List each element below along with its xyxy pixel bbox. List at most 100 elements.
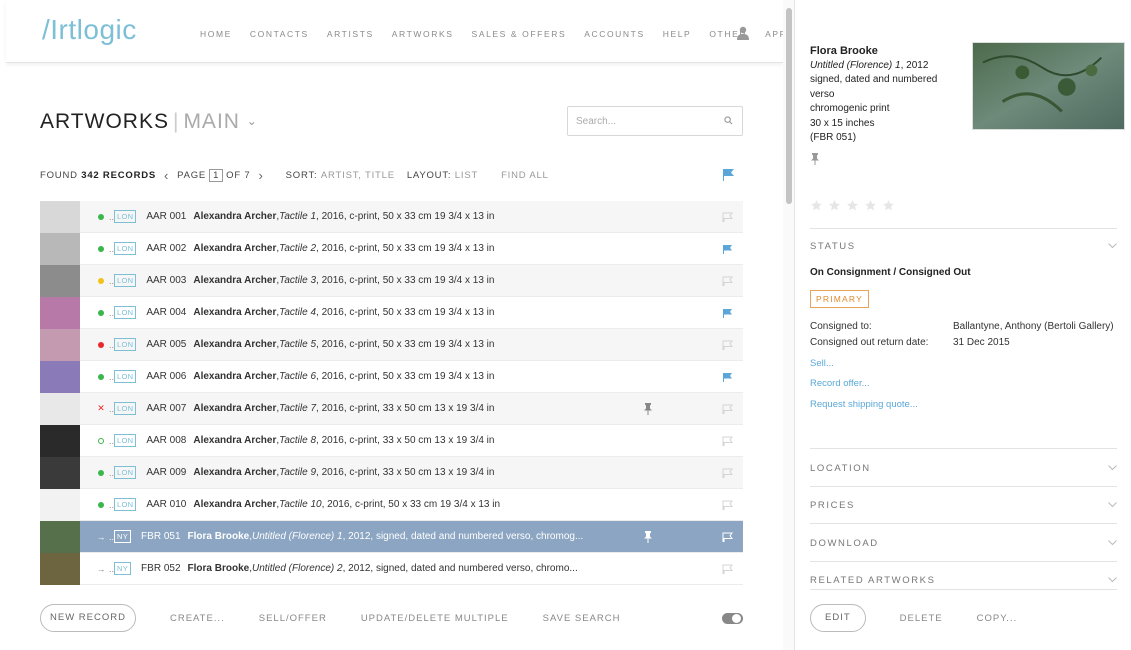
nav-help[interactable]: HELP: [663, 29, 692, 39]
table-row[interactable]: .. LON AAR 008 Alexandra Archer, Tactile 8,…: [40, 424, 743, 457]
artwork-thumbnail[interactable]: [40, 264, 80, 297]
artwork-thumbnail[interactable]: [40, 360, 80, 393]
search-icon[interactable]: [724, 116, 733, 125]
page-title: ARTWORKS | MAIN ⌄: [40, 110, 258, 134]
return-date-value: 31 Dec 2015: [953, 337, 1010, 348]
artwork-thumbnail[interactable]: [40, 232, 80, 265]
table-row[interactable]: .. LON AAR 002 Alexandra Archer, Tactile 2,…: [40, 232, 743, 265]
artist-name: Alexandra Archer: [193, 307, 277, 318]
table-row[interactable]: .. LON AAR 006 Alexandra Archer, Tactile 6,…: [40, 360, 743, 393]
star-icon[interactable]: [846, 199, 859, 212]
artwork-thumbnail[interactable]: [40, 520, 80, 553]
flag-icon[interactable]: [722, 436, 733, 446]
star-icon[interactable]: [864, 199, 877, 212]
table-row[interactable]: .. LON AAR 009 Alexandra Archer, Tactile 9,…: [40, 456, 743, 489]
location-badge: LON: [114, 498, 137, 511]
location-badge: LON: [114, 210, 137, 223]
status-dot-icon: [94, 340, 108, 350]
flag-icon[interactable]: [722, 308, 733, 318]
artist-name: Flora Brooke: [187, 531, 250, 542]
artwork-details: , 2016, c-print, 33 x 50 cm 13 x 19 3/4 …: [316, 435, 495, 446]
pin-icon[interactable]: [643, 531, 653, 543]
edit-button[interactable]: EDIT: [810, 604, 866, 632]
prev-page-icon[interactable]: ‹: [164, 169, 169, 182]
status-section-header[interactable]: STATUS: [810, 228, 1117, 266]
view-toggle-switch[interactable]: [722, 613, 743, 624]
flag-icon[interactable]: [722, 276, 733, 286]
next-page-icon[interactable]: ›: [259, 169, 264, 182]
sell-offer-button[interactable]: SELL/OFFER: [259, 613, 327, 624]
artwork-details: , 2016, c-print, 50 x 33 cm 19 3/4 x 13 …: [316, 339, 495, 350]
artist-name: Alexandra Archer: [193, 467, 277, 478]
artwork-thumbnail[interactable]: [40, 392, 80, 425]
table-row[interactable]: .. LON AAR 004 Alexandra Archer, Tactile 4,…: [40, 296, 743, 329]
save-search-button[interactable]: SAVE SEARCH: [543, 613, 621, 624]
artwork-thumbnail[interactable]: [40, 488, 80, 521]
scrollbar-thumb[interactable]: [786, 8, 792, 204]
request-shipping-link[interactable]: Request shipping quote...: [810, 399, 918, 410]
detail-year: , 2012: [900, 59, 929, 71]
user-icon[interactable]: [737, 26, 749, 40]
nav-sales-offers[interactable]: SALES & OFFERS: [472, 29, 567, 39]
flag-icon[interactable]: [722, 532, 733, 542]
flag-icon[interactable]: [722, 244, 733, 254]
record-offer-link[interactable]: Record offer...: [810, 378, 870, 389]
artwork-details: , 2016, c-print, 50 x 33 cm 19 3/4 x 13 …: [316, 243, 495, 254]
pin-icon[interactable]: [810, 153, 820, 165]
star-icon[interactable]: [810, 199, 823, 212]
star-icon[interactable]: [828, 199, 841, 212]
flag-icon[interactable]: [722, 340, 733, 350]
artlogic-logo[interactable]: /Irtlogic: [42, 14, 137, 46]
create-button[interactable]: CREATE...: [170, 613, 225, 624]
primary-badge: PRIMARY: [810, 290, 869, 308]
table-row[interactable]: .. LON AAR 005 Alexandra Archer, Tactile 5,…: [40, 328, 743, 361]
flag-icon[interactable]: [722, 212, 733, 222]
sort-selector[interactable]: ARTIST, TITLE: [321, 170, 395, 181]
find-all-link[interactable]: FIND ALL: [501, 170, 549, 181]
page-number-input[interactable]: 1: [209, 169, 224, 182]
artwork-thumbnail[interactable]: [40, 552, 80, 585]
nav-home[interactable]: HOME: [200, 29, 232, 39]
nav-artists[interactable]: ARTISTS: [327, 29, 374, 39]
prices-section-header[interactable]: PRICES: [810, 486, 1117, 523]
table-row[interactable]: →.. NY FBR 051 Flora Brooke, Untitled (Flor…: [40, 520, 743, 553]
table-row[interactable]: ✕.. LON AAR 007 Alexandra Archer, Tactile 7…: [40, 392, 743, 425]
artwork-thumbnail[interactable]: [40, 201, 80, 233]
nav-accounts[interactable]: ACCOUNTS: [584, 29, 645, 39]
nav-contacts[interactable]: CONTACTS: [250, 29, 309, 39]
star-icon[interactable]: [882, 199, 895, 212]
consigned-to-label: Consigned to:: [810, 321, 872, 332]
artwork-thumbnail[interactable]: [40, 296, 80, 329]
search-input[interactable]: [568, 107, 708, 135]
flag-filter-icon[interactable]: [722, 168, 735, 181]
flag-icon[interactable]: [722, 564, 733, 574]
download-section-header[interactable]: DOWNLOAD: [810, 523, 1117, 561]
new-record-button[interactable]: NEW RECORD: [40, 604, 136, 632]
delete-button[interactable]: DELETE: [900, 613, 943, 624]
update-delete-multiple-button[interactable]: UPDATE/DELETE MULTIPLE: [361, 613, 509, 624]
table-row[interactable]: .. LON AAR 001 Alexandra Archer, Tactile 1,…: [40, 201, 743, 233]
flag-icon[interactable]: [722, 468, 733, 478]
pin-icon[interactable]: [643, 403, 653, 415]
table-row[interactable]: .. LON AAR 010 Alexandra Archer, Tactile 10…: [40, 488, 743, 521]
flag-icon[interactable]: [722, 500, 733, 510]
view-selector[interactable]: MAIN ⌄: [183, 110, 257, 133]
copy-button[interactable]: COPY...: [977, 613, 1018, 624]
layout-selector[interactable]: LIST: [455, 170, 478, 181]
artwork-thumbnail[interactable]: [40, 328, 80, 361]
table-row[interactable]: →.. NY FBR 052 Flora Brooke, Untitled (Flor…: [40, 552, 743, 585]
table-row[interactable]: .. LON AAR 003 Alexandra Archer, Tactile 3,…: [40, 264, 743, 297]
rating-stars[interactable]: [810, 199, 895, 212]
sell-link[interactable]: Sell...: [810, 358, 834, 369]
list-scrollbar[interactable]: [783, 0, 795, 650]
artwork-preview-image[interactable]: [972, 42, 1125, 130]
flag-icon[interactable]: [722, 372, 733, 382]
artwork-thumbnail[interactable]: [40, 456, 80, 489]
location-section-header[interactable]: LOCATION: [810, 448, 1117, 486]
nav-artworks[interactable]: ARTWORKS: [392, 29, 454, 39]
related-artworks-section-header[interactable]: RELATED ARTWORKS: [810, 561, 1117, 590]
artwork-thumbnail[interactable]: [40, 424, 80, 457]
flag-icon[interactable]: [722, 404, 733, 414]
artwork-title: Tactile 5: [279, 339, 317, 350]
artwork-details: , 2012, signed, dated and numbered verso…: [342, 531, 584, 542]
